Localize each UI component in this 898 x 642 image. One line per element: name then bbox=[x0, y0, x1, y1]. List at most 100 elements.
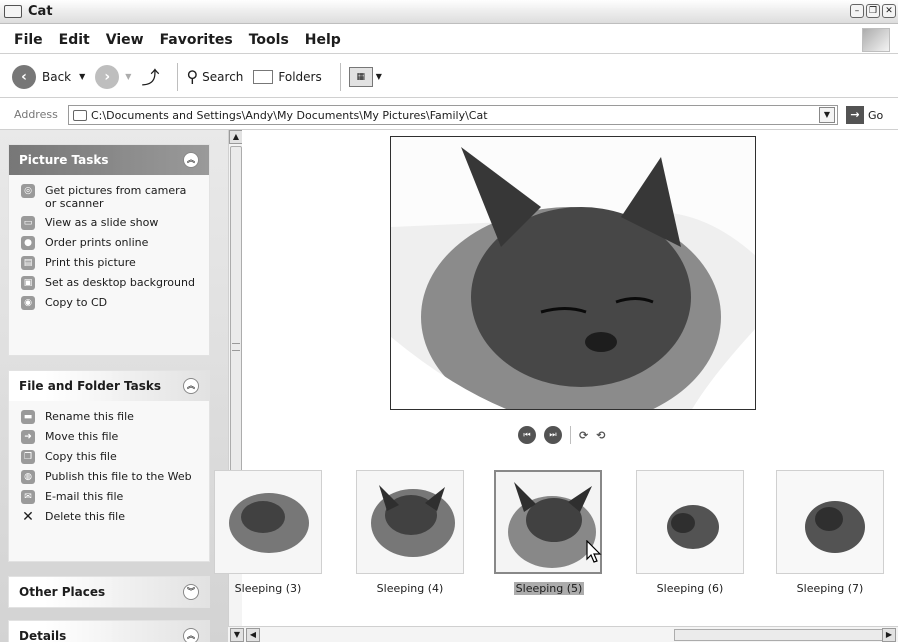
go-button[interactable]: → Go bbox=[846, 106, 883, 124]
horizontal-scroll-thumb[interactable] bbox=[674, 629, 884, 641]
thumbnail-label[interactable]: Sleeping (7) bbox=[770, 582, 890, 595]
task-pane: Picture Tasks ︽ ◎ Get pictures from camer… bbox=[0, 130, 228, 642]
up-folder-button[interactable]: ⤴ bbox=[141, 64, 159, 90]
rename-icon: ▬ bbox=[21, 410, 35, 424]
rotate-clockwise-button[interactable]: ⟳ bbox=[579, 429, 588, 442]
search-button[interactable]: ⚲ Search bbox=[186, 67, 243, 86]
task-label: Copy to CD bbox=[45, 296, 108, 309]
picture-preview bbox=[390, 136, 756, 410]
mouse-cursor-icon bbox=[586, 540, 602, 563]
views-button[interactable]: ▦ ▼ bbox=[348, 66, 382, 87]
thumbnail-image bbox=[637, 471, 743, 573]
thumbnail-image bbox=[215, 471, 321, 573]
preview-controls: ⏮ ⏭ ⟳ ⟲ bbox=[518, 426, 605, 444]
scroll-left-button[interactable]: ◀ bbox=[246, 627, 260, 642]
menu-view[interactable]: View bbox=[106, 32, 144, 48]
thumbnail-label[interactable]: Sleeping (4) bbox=[350, 582, 470, 595]
forward-dropdown-icon[interactable]: ▼ bbox=[125, 72, 131, 81]
task-move[interactable]: ➜ Move this file bbox=[9, 427, 209, 447]
next-image-button[interactable]: ⏭ bbox=[544, 426, 562, 444]
folders-icon bbox=[253, 69, 274, 84]
task-order-prints[interactable]: ● Order prints online bbox=[9, 233, 209, 253]
menu-tools[interactable]: Tools bbox=[249, 32, 289, 48]
menu-edit[interactable]: Edit bbox=[59, 32, 90, 48]
restore-button[interactable]: ❐ bbox=[866, 4, 880, 18]
task-label: View as a slide show bbox=[45, 216, 159, 229]
thumbnail-label-text: Sleeping (4) bbox=[376, 582, 444, 595]
menu-file[interactable]: File bbox=[14, 32, 43, 48]
previous-image-button[interactable]: ⏮ bbox=[518, 426, 536, 444]
cd-icon: ◉ bbox=[21, 296, 35, 310]
file-tasks-header[interactable]: File and Folder Tasks ︽ bbox=[9, 371, 209, 401]
collapse-chevron-icon[interactable]: ︽ bbox=[183, 628, 199, 642]
task-get-pictures[interactable]: ◎ Get pictures from camera or scanner bbox=[9, 181, 209, 213]
back-label: Back bbox=[42, 69, 72, 84]
thumbnail-label[interactable]: Sleeping (6) bbox=[630, 582, 750, 595]
thumbnail-label[interactable]: Sleeping (3) bbox=[208, 582, 328, 595]
scroll-down-button[interactable]: ▼ bbox=[230, 627, 244, 642]
details-title: Details bbox=[19, 629, 67, 642]
picture-tasks-title: Picture Tasks bbox=[19, 153, 109, 167]
menu-help[interactable]: Help bbox=[305, 32, 341, 48]
thumbnail-item[interactable] bbox=[776, 470, 884, 574]
thumbnail-label-selected[interactable]: Sleeping (5) bbox=[489, 582, 609, 595]
back-button[interactable]: ‹ Back ▼ bbox=[12, 64, 85, 89]
scroll-right-button[interactable]: ▶ bbox=[882, 628, 896, 642]
collapse-chevron-icon[interactable]: ︽ bbox=[183, 152, 199, 168]
thumbnail-item[interactable] bbox=[214, 470, 322, 574]
thumbnail-item[interactable] bbox=[356, 470, 464, 574]
folders-button[interactable]: Folders bbox=[253, 69, 322, 84]
rotate-counterclockwise-button[interactable]: ⟲ bbox=[596, 429, 605, 442]
task-label: Rename this file bbox=[45, 410, 134, 423]
address-input[interactable]: C:\Documents and Settings\Andy\My Docume… bbox=[68, 105, 838, 125]
filmstrip-view: ⏮ ⏭ ⟳ ⟲ Sleeping (3) Sleeping (4) Sleepi… bbox=[214, 130, 898, 626]
other-places-header[interactable]: Other Places ︾ bbox=[9, 577, 209, 607]
file-tasks-panel: File and Folder Tasks ︽ ▬ Rename this fil… bbox=[8, 370, 210, 562]
task-label: E-mail this file bbox=[45, 490, 124, 503]
task-rename[interactable]: ▬ Rename this file bbox=[9, 407, 209, 427]
menu-favorites[interactable]: Favorites bbox=[160, 32, 233, 48]
views-icon: ▦ bbox=[348, 66, 373, 87]
task-set-background[interactable]: ▣ Set as desktop background bbox=[9, 273, 209, 293]
expand-chevron-icon[interactable]: ︾ bbox=[183, 584, 199, 600]
thumbnail-label-text: Sleeping (3) bbox=[234, 582, 302, 595]
minimize-button[interactable]: – bbox=[850, 4, 864, 18]
search-icon: ⚲ bbox=[186, 67, 199, 86]
camera-icon: ◎ bbox=[21, 184, 35, 198]
scroll-up-button[interactable]: ▲ bbox=[229, 130, 243, 144]
address-bar: Address C:\Documents and Settings\Andy\M… bbox=[0, 100, 898, 130]
task-label: Order prints online bbox=[45, 236, 149, 249]
scroll-grip bbox=[232, 343, 240, 351]
thumbnail-label-text: Sleeping (7) bbox=[796, 582, 864, 595]
task-copy[interactable]: ❐ Copy this file bbox=[9, 447, 209, 467]
task-email[interactable]: ✉ E-mail this file bbox=[9, 487, 209, 507]
task-copy-cd[interactable]: ◉ Copy to CD bbox=[9, 293, 209, 313]
title-bar: Cat – ❐ ✕ bbox=[0, 0, 898, 24]
thumbnail-label-text: Sleeping (5) bbox=[513, 582, 585, 595]
publish-icon: ◍ bbox=[21, 470, 35, 484]
forward-button[interactable]: › ▼ bbox=[95, 64, 131, 89]
collapse-chevron-icon[interactable]: ︽ bbox=[183, 378, 199, 394]
delete-icon: ✕ bbox=[22, 509, 34, 525]
thumbnail-item[interactable] bbox=[636, 470, 744, 574]
task-label: Copy this file bbox=[45, 450, 117, 463]
task-slide-show[interactable]: ▭ View as a slide show bbox=[9, 213, 209, 233]
picture-tasks-header[interactable]: Picture Tasks ︽ bbox=[9, 145, 209, 175]
address-dropdown-button[interactable]: ▼ bbox=[819, 107, 835, 123]
search-label: Search bbox=[202, 69, 244, 84]
details-header[interactable]: Details ︽ bbox=[9, 621, 209, 642]
task-delete[interactable]: ✕ Delete this file bbox=[9, 507, 209, 527]
close-button[interactable]: ✕ bbox=[882, 4, 896, 18]
thumbnail-strip: Sleeping (3) Sleeping (4) Sleeping (5) S… bbox=[214, 466, 898, 606]
horizontal-scrollbar[interactable]: ▼ ◀ ▶ bbox=[228, 626, 898, 642]
desktop-icon: ▣ bbox=[21, 276, 35, 290]
task-publish[interactable]: ◍ Publish this file to the Web bbox=[9, 467, 209, 487]
folders-label: Folders bbox=[278, 69, 322, 84]
file-tasks-title: File and Folder Tasks bbox=[19, 379, 162, 393]
thumbnail-label-text: Sleeping (6) bbox=[656, 582, 724, 595]
back-dropdown-icon[interactable]: ▼ bbox=[79, 72, 85, 81]
task-label: Move this file bbox=[45, 430, 119, 443]
toolbar-divider bbox=[177, 62, 179, 91]
other-places-panel: Other Places ︾ bbox=[8, 576, 210, 608]
task-print-picture[interactable]: ▤ Print this picture bbox=[9, 253, 209, 273]
